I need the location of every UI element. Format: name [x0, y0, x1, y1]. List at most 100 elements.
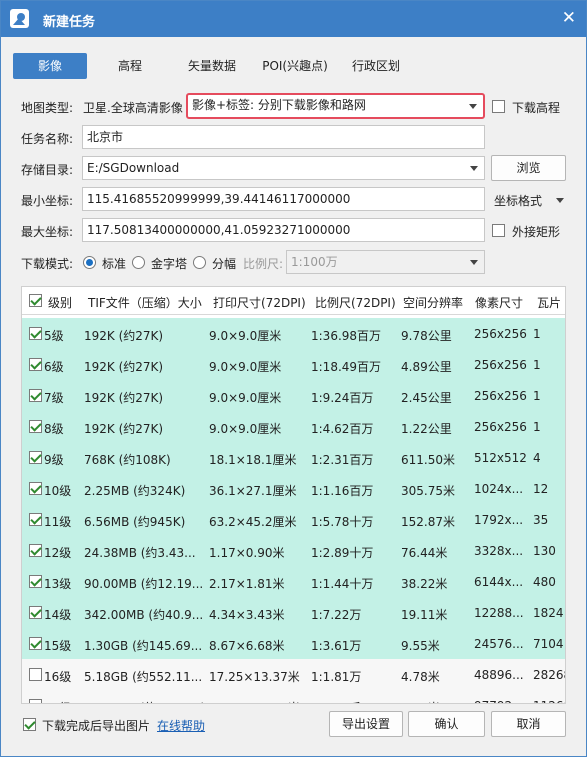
cell-tiles: 1: [533, 327, 541, 341]
row-checkbox[interactable]: [29, 637, 42, 650]
cell-pixel-size: 3328x...: [474, 544, 524, 558]
table-row[interactable]: 12级 24.38MB (约3.43... 1.17×0.90米 1:2.89十万 76…: [22, 535, 565, 566]
mode-pyramid-radio[interactable]: [132, 256, 145, 269]
scale-value: 1:100万: [291, 255, 338, 269]
cell-tif-size: 768K (约108K): [84, 453, 171, 467]
tab-admin-division[interactable]: 行政区划: [341, 53, 411, 79]
cell-tiles: 1: [533, 358, 541, 372]
cell-pixel-size: 256x256: [474, 389, 527, 403]
cell-print-size: 9.0×9.0厘米: [209, 360, 282, 374]
coord-format-label[interactable]: 坐标格式: [494, 192, 542, 209]
chevron-down-icon: [470, 260, 478, 265]
table-row[interactable]: 7级 192K (约27K) 9.0×9.0厘米 1:9.24百万 2.45公里 256x…: [22, 380, 565, 411]
export-after-checkbox[interactable]: [23, 718, 36, 731]
row-checkbox[interactable]: [29, 389, 42, 402]
map-type-value[interactable]: 卫星.全球高清影像: [83, 99, 183, 116]
table-row[interactable]: 6级 192K (约27K) 9.0×9.0厘米 1:18.49百万 4.89公里 256…: [22, 349, 565, 380]
cell-pixel-size: 256x256: [474, 358, 527, 372]
row-checkbox[interactable]: [29, 575, 42, 588]
cell-tif-size: 24.38MB (约3.43...: [84, 546, 196, 560]
cell-level: 5级: [44, 329, 64, 343]
cell-level: 15级: [44, 639, 72, 653]
scale-label: 比例尺:: [243, 257, 284, 271]
cell-tif-size: 1.30GB (约145.69...: [84, 639, 203, 653]
row-checkbox[interactable]: [29, 482, 42, 495]
cell-scale: 1:1.16百万: [311, 484, 374, 498]
browse-button[interactable]: 浏览: [491, 155, 566, 181]
cell-resolution: 152.87米: [401, 515, 455, 529]
table-row[interactable]: 16级 5.18GB (约552.11... 17.25×13.37米 1:1.81万…: [22, 659, 565, 690]
storage-dir-value: E:/SGDownload: [87, 161, 180, 175]
min-coord-input[interactable]: 115.41685520999999,39.44146117000000: [82, 187, 485, 211]
cell-tif-size: 342.00MB (约40.9...: [84, 608, 204, 622]
online-help-link[interactable]: 在线帮助: [157, 717, 205, 734]
row-checkbox[interactable]: [29, 420, 42, 433]
download-elevation-label: 下载高程: [512, 101, 561, 115]
coord-format-chevron-icon[interactable]: [556, 198, 564, 203]
mode-sheet-radio[interactable]: [193, 256, 206, 269]
cell-tif-size: 192K (约27K): [84, 329, 164, 343]
title-bar[interactable]: 新建任务 ✕: [1, 1, 586, 37]
new-task-dialog: 新建任务 ✕ 影像 高程 矢量数据 POI(兴趣点) 行政区划 地图类型: 卫星…: [0, 0, 587, 757]
cell-level: 14级: [44, 608, 72, 622]
mode-standard-radio[interactable]: [83, 256, 96, 269]
row-checkbox[interactable]: [29, 606, 42, 619]
select-all-checkbox[interactable]: [29, 294, 42, 307]
col-pixel-size[interactable]: 像素尺寸: [475, 294, 523, 311]
tab-imagery[interactable]: 影像: [13, 53, 87, 79]
table-row[interactable]: 5级 192K (约27K) 9.0×9.0厘米 1:36.98百万 9.78公里 256…: [22, 318, 565, 349]
export-settings-button[interactable]: 导出设置: [329, 711, 403, 737]
chevron-down-icon: [470, 166, 478, 171]
cell-scale: 1:9.03千: [311, 699, 399, 703]
tab-poi[interactable]: POI(兴趣点): [254, 53, 336, 79]
cell-tif-size: 20.63GB (约1.83GB): [84, 699, 204, 703]
row-checkbox[interactable]: [29, 358, 42, 371]
row-checkbox[interactable]: [29, 699, 42, 703]
task-name-input[interactable]: 北京市: [82, 125, 485, 149]
cell-scale: 1:18.49百万: [311, 360, 382, 374]
table-row[interactable]: 13级 90.00MB (约12.19... 2.17×1.81米 1:1.44十万 3…: [22, 566, 565, 597]
bounding-rect-checkbox[interactable]: [492, 224, 505, 237]
cell-level: 16级: [44, 670, 72, 684]
download-elevation-checkbox[interactable]: [492, 100, 505, 113]
cell-pixel-size: 256x256: [474, 327, 527, 341]
table-row[interactable]: 15级 1.30GB (约145.69... 8.67×6.68米 1:3.61万 9.…: [22, 628, 565, 659]
cell-tiles: 480: [533, 575, 556, 589]
storage-dir-select[interactable]: E:/SGDownload: [82, 156, 485, 180]
cancel-button[interactable]: 取消: [491, 711, 566, 737]
row-checkbox[interactable]: [29, 327, 42, 340]
col-level[interactable]: 级别: [48, 294, 72, 311]
col-scale[interactable]: 比例尺(72DPI): [315, 294, 396, 311]
col-tif-size[interactable]: TIF文件（压缩）大小: [88, 294, 202, 311]
row-checkbox[interactable]: [29, 451, 42, 464]
tab-vector-data[interactable]: 矢量数据: [177, 53, 247, 79]
row-checkbox[interactable]: [29, 513, 42, 526]
row-checkbox[interactable]: [29, 544, 42, 557]
col-tiles[interactable]: 瓦片: [537, 294, 561, 311]
cell-tif-size: 192K (约27K): [84, 422, 164, 436]
cell-pixel-size: 1024x...: [474, 482, 524, 496]
row-checkbox[interactable]: [29, 668, 42, 681]
cell-resolution: 2.45公里: [401, 391, 452, 405]
cell-tiles: 7104: [533, 637, 564, 651]
table-row[interactable]: 9级 768K (约108K) 18.1×18.1厘米 1:2.31百万 611.50米…: [22, 442, 565, 473]
mode-standard-label: 标准: [102, 257, 127, 271]
cell-pixel-size: 48896...: [474, 668, 524, 682]
tab-elevation[interactable]: 高程: [105, 53, 155, 79]
layer-select[interactable]: 影像+标签: 分别下载影像和路网: [186, 93, 485, 119]
storage-dir-label: 存储目录:: [21, 163, 74, 177]
dialog-title: 新建任务: [43, 15, 96, 30]
max-coord-input[interactable]: 117.50813400000000,41.05923271000000: [82, 218, 485, 242]
cell-tiles: 4: [533, 451, 541, 465]
close-icon[interactable]: ✕: [562, 9, 576, 27]
table-row[interactable]: 8级 192K (约27K) 9.0×9.0厘米 1:4.62百万 1.22公里 256x…: [22, 411, 565, 442]
table-row[interactable]: 11级 6.56MB (约945K) 63.2×45.2厘米 1:5.78十万 152.…: [22, 504, 565, 535]
table-row[interactable]: 10级 2.25MB (约324K) 36.1×27.1厘米 1:1.16百万 305.…: [22, 473, 565, 504]
table-row[interactable]: 17级20.63GB (约1.83GB) 34.50×26.64米1:9.03千2…: [22, 690, 565, 703]
cell-tiles: 1: [533, 389, 541, 403]
cell-resolution: 4.78米: [401, 670, 440, 684]
ok-button[interactable]: 确认: [408, 711, 485, 737]
col-print-size[interactable]: 打印尺寸(72DPI): [213, 294, 306, 311]
table-row[interactable]: 14级 342.00MB (约40.9... 4.34×3.43米 1:7.22万 19…: [22, 597, 565, 628]
col-resolution[interactable]: 空间分辨率: [403, 294, 463, 311]
